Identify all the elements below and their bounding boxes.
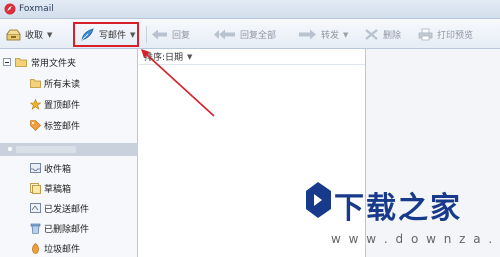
watermark-logo-text: 下载之家 [334, 191, 462, 226]
downza-logo-icon [306, 182, 331, 218]
watermark-url: w w w . d o w n z a . c n [331, 232, 500, 246]
